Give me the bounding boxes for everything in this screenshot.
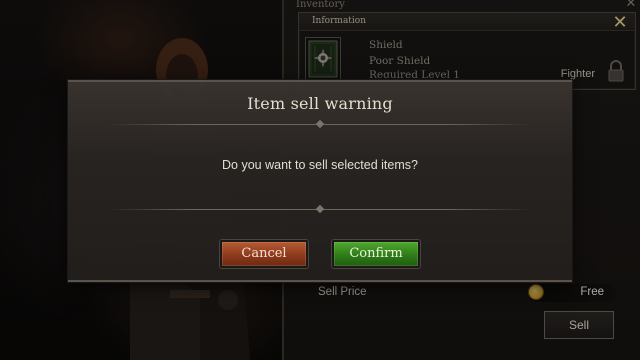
sell-warning-dialog: Item sell warning Do you want to sell se… [68,80,572,282]
confirm-button[interactable]: Confirm [332,240,420,268]
divider-ornament [315,119,325,129]
cancel-button[interactable]: Cancel [220,240,308,268]
dialog-message: Do you want to sell selected items? [222,158,418,172]
dialog-title: Item sell warning [247,94,393,113]
divider-ornament [315,204,325,214]
